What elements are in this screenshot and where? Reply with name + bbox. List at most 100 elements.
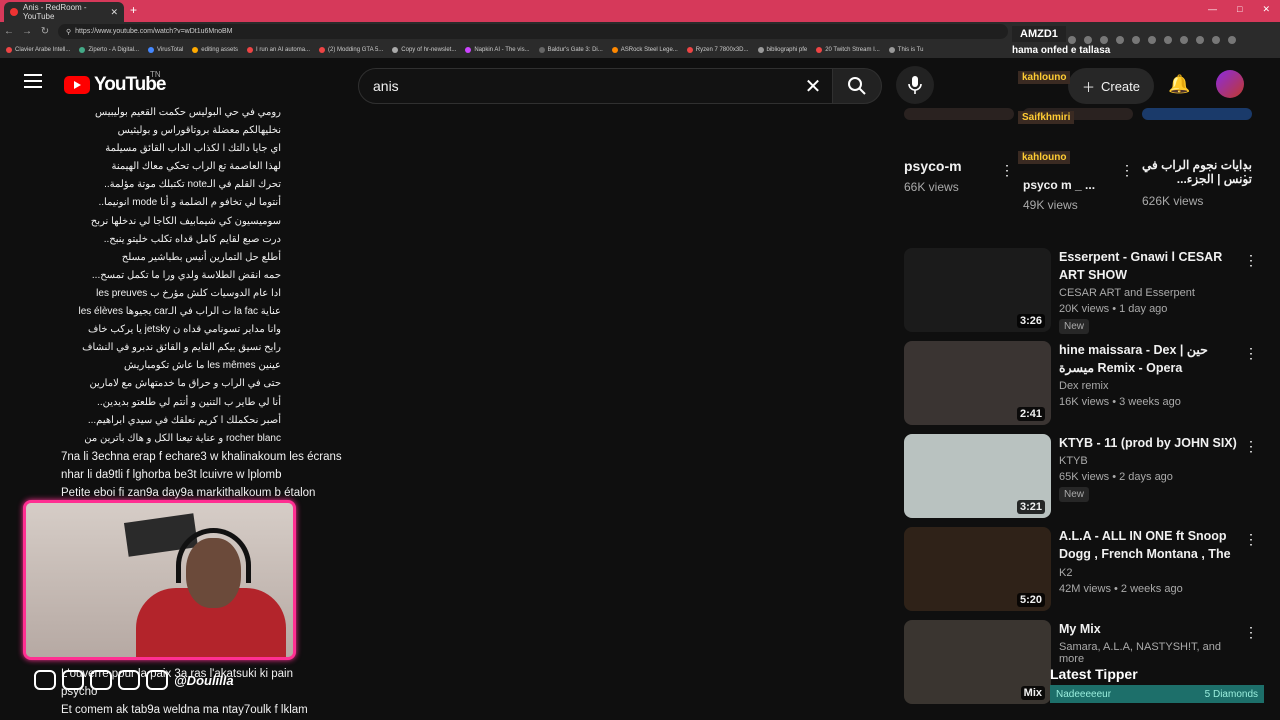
video-thumbnail[interactable]: 5:20: [904, 527, 1051, 611]
bookmark-label: VirusTotal: [157, 46, 184, 53]
video-duration: 5:20: [1016, 593, 1045, 607]
address-bar[interactable]: ⚲ https://www.youtube.com/watch?v=wDt1u6…: [58, 24, 1008, 39]
bookmark-label: editing assets: [201, 46, 238, 53]
bookmark-item[interactable]: 20 Twitch Stream I...: [816, 46, 880, 53]
social-links: @Doulilla: [34, 670, 234, 690]
tipper-row: Nadeeeeeur 5 Diamonds: [1050, 685, 1264, 703]
channel-name[interactable]: Samara, A.L.A, NASTYSH!T, and more: [1059, 641, 1241, 665]
bookmark-item[interactable]: Clavier Arabe Intell...: [6, 46, 70, 53]
bookmark-label: This is Tu: [897, 46, 924, 53]
search-value: anis: [373, 78, 399, 94]
channel-name[interactable]: K2: [1059, 567, 1241, 579]
bookmark-favicon-icon: [757, 46, 764, 53]
lyric-line: أطلع حل التمارين أنيس بطباشير مسلح: [121, 251, 281, 263]
video-thumbnail[interactable]: Mix: [904, 620, 1051, 704]
bookmark-favicon-icon: [611, 46, 618, 53]
lyric-line: nhar li da9tli f lghorba be3t lcuivre w …: [61, 468, 282, 481]
bookmark-item[interactable]: VirusTotal: [148, 46, 184, 53]
hamburger-menu-icon[interactable]: [24, 74, 42, 88]
bookmark-item[interactable]: editing assets: [192, 46, 238, 53]
search-input[interactable]: anis ✕: [358, 68, 834, 104]
video-title[interactable]: KTYB - 11 (prod by JOHN SIX): [1059, 434, 1241, 452]
bookmark-item[interactable]: I run an AI automa...: [247, 46, 311, 53]
bookmark-favicon-icon: [6, 46, 12, 53]
video-title[interactable]: My Mix: [1059, 620, 1241, 638]
lyric-line: رايح نسيق بيكم القايم و القائق ندبرو في …: [82, 342, 281, 354]
bookmark-item[interactable]: Copy of hr-newslet...: [392, 46, 456, 53]
recommendation-item[interactable]: 3:21 KTYB - 11 (prod by JOHN SIX) KTYB 65K …: [904, 434, 1260, 527]
new-tab-icon[interactable]: +: [130, 3, 137, 17]
lyric-line: تحرك القلم في الـnote تكتبلك موتة مؤلمة.…: [104, 179, 281, 191]
close-window-icon[interactable]: ✕: [1262, 4, 1270, 15]
video-title[interactable]: hine maissara - Dex | حين ميسرة Remix - …: [1059, 341, 1241, 377]
bookmark-favicon-icon: [538, 46, 545, 53]
kick-icon: [90, 670, 112, 690]
site-info-icon[interactable]: ⚲: [66, 28, 71, 36]
more-options-icon[interactable]: ⋮: [1244, 345, 1258, 362]
recommendation-item[interactable]: 3:26 Esserpent - Gnawi l CESAR ART SHOW CE…: [904, 248, 1260, 341]
recommendation-item[interactable]: 2:41 hine maissara - Dex | حين ميسرة Remi…: [904, 341, 1260, 434]
lyric-line: لهذا العاصمة تع الراب تحكي معاك الهيمنة: [111, 161, 281, 173]
video-thumbnail[interactable]: 3:26: [904, 248, 1051, 332]
bookmark-label: Ryzen 7 7800x3D...: [695, 46, 749, 53]
lyric-line: rocher blanc و عناية تيعنا الكل و هاك با…: [84, 432, 281, 444]
tiktok-icon: [62, 670, 84, 690]
lyric-line: رومي في حي البوليس حكمت القعيم بوليبيس: [95, 107, 281, 118]
bookmark-item[interactable]: Baldur's Gate 3: Di...: [538, 46, 603, 53]
tipper-name: Nadeeeeeur: [1056, 688, 1112, 700]
back-icon[interactable]: ←: [0, 26, 18, 37]
more-options-icon[interactable]: ⋮: [1244, 252, 1258, 269]
instagram-icon: [34, 670, 56, 690]
bookmark-favicon-icon: [192, 46, 199, 53]
channel-name[interactable]: CESAR ART and Esserpent: [1059, 287, 1241, 299]
bookmark-item[interactable]: ASRock Steel Lege...: [611, 46, 678, 53]
tab-close-icon[interactable]: ✕: [110, 7, 118, 18]
reload-icon[interactable]: ↻: [36, 26, 54, 37]
suggestion-item[interactable]: psyco-m 66K views: [904, 108, 1014, 194]
lyric-line: حمه انقض الطلاسة ولدي ورا ما تكمل تمسح..…: [91, 269, 281, 281]
search-button[interactable]: [832, 68, 882, 104]
video-info: My Mix Samara, A.L.A, NASTYSH!T, and more: [1059, 620, 1241, 665]
lyric-line: ادا عام الدوسيات كلش مؤرخ ب les preuves: [96, 287, 281, 299]
bookmark-label: I run an AI automa...: [256, 46, 311, 53]
video-info: Esserpent - Gnawi l CESAR ART SHOW CESAR …: [1059, 248, 1241, 334]
more-options-icon[interactable]: ⋮: [1244, 438, 1258, 455]
bookmark-item[interactable]: Ryzen 7 7800x3D...: [686, 46, 749, 53]
tipper-title: Latest Tipper: [1050, 666, 1138, 682]
voice-search-button[interactable]: [896, 66, 934, 104]
lyric-line: Et comem ak tab9a weldna ma ntay7oulk f …: [61, 704, 308, 717]
video-meta: 65K views • 2 days ago: [1059, 471, 1173, 483]
logo-country-code: TN: [150, 70, 161, 79]
video-duration: 3:21: [1016, 500, 1045, 514]
bookmark-item[interactable]: (2) Modding GTA 5...: [319, 46, 383, 53]
more-options-icon[interactable]: ⋮: [1244, 624, 1258, 641]
youtube-play-icon: [64, 76, 90, 94]
bookmark-favicon-icon: [888, 46, 895, 53]
bookmark-item[interactable]: Napkin AI - The vis...: [465, 46, 530, 53]
bookmark-item[interactable]: bibliographi pfe: [757, 46, 807, 53]
lyric-line: عناية la fac ت الراب في الـcar يجيوها le…: [78, 306, 282, 318]
clear-search-icon[interactable]: ✕: [793, 74, 833, 99]
video-title[interactable]: A.L.A - ALL IN ONE ft Snoop Dogg , Frenc…: [1059, 527, 1241, 564]
video-duration: 3:26: [1016, 314, 1045, 328]
maximize-icon[interactable]: □: [1237, 4, 1242, 15]
bookmark-item[interactable]: This is Tu: [888, 46, 924, 53]
minimize-icon[interactable]: —: [1208, 4, 1217, 15]
lyric-line: وانا مداير تسونامي قداه ن jetsky يا يركب…: [88, 324, 281, 336]
recommendation-item[interactable]: 5:20 A.L.A - ALL IN ONE ft Snoop Dogg , F…: [904, 527, 1260, 620]
new-badge: New: [1059, 487, 1090, 502]
bookmark-label: Napkin AI - The vis...: [474, 46, 530, 53]
video-thumbnail[interactable]: 2:41: [904, 341, 1051, 425]
video-title[interactable]: Esserpent - Gnawi l CESAR ART SHOW: [1059, 248, 1241, 284]
bookmark-label: 20 Twitch Stream I...: [825, 46, 880, 53]
more-options-icon[interactable]: ⋮: [1244, 531, 1258, 548]
channel-name[interactable]: KTYB: [1059, 455, 1241, 467]
youtube-logo[interactable]: YouTube TN: [64, 70, 166, 96]
lyric-line: حتى في الراب و حراق ما خدمتهاش مع لاماري…: [89, 378, 281, 390]
tipper-amount: 5 Diamonds: [1204, 688, 1258, 700]
channel-name[interactable]: Dex remix: [1059, 380, 1241, 392]
tab-active[interactable]: Anis - RedRoom - YouTube ✕: [4, 2, 124, 22]
forward-icon[interactable]: →: [18, 26, 36, 37]
bookmark-item[interactable]: Ziperto - A Digital...: [79, 46, 139, 53]
video-thumbnail[interactable]: 3:21: [904, 434, 1051, 518]
